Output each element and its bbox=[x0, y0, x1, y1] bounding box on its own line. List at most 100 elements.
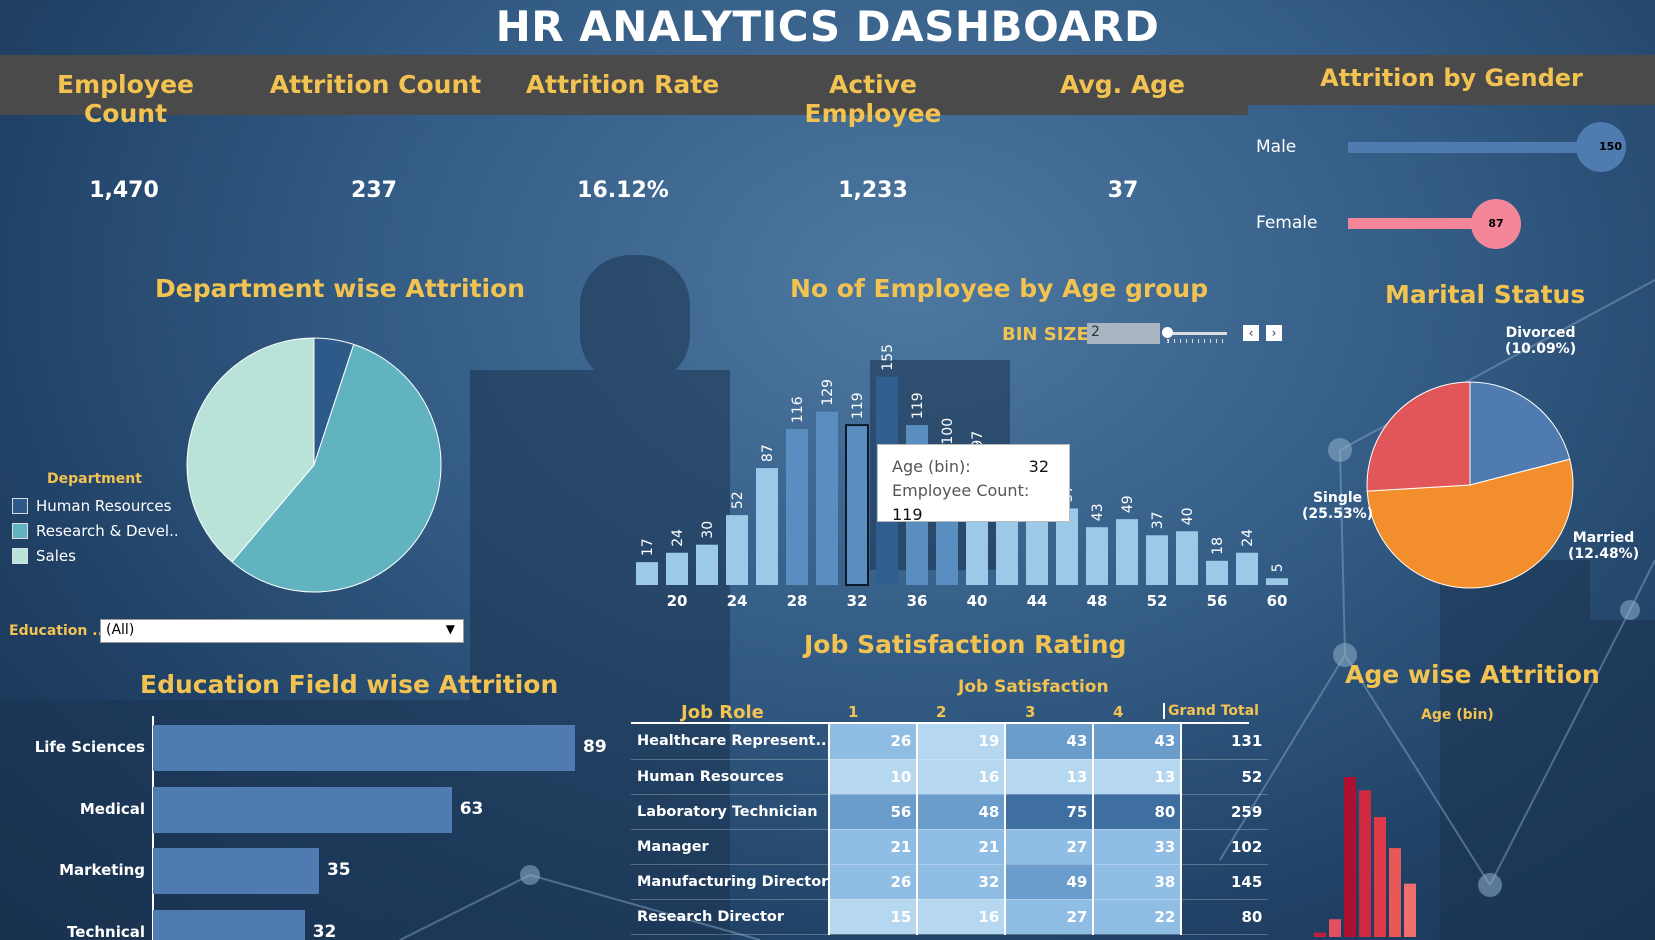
col-header-1: 1 bbox=[848, 703, 859, 721]
age-tick-label: 40 bbox=[967, 592, 988, 610]
age-tick-label: 52 bbox=[1147, 592, 1168, 610]
grand-total-cell: 131 bbox=[1180, 724, 1269, 760]
satisfaction-cell[interactable]: 33 bbox=[1092, 829, 1182, 865]
age-bar-label: 116 bbox=[790, 396, 806, 423]
satisfaction-cell[interactable]: 21 bbox=[828, 829, 918, 865]
satisfaction-cell[interactable]: 80 bbox=[1092, 794, 1182, 830]
age-attrition-bar[interactable] bbox=[1374, 817, 1386, 937]
marital-label-single: Single (25.53%) bbox=[1302, 490, 1373, 522]
satisfaction-cell[interactable]: 49 bbox=[1004, 864, 1094, 900]
age-tick-label: 28 bbox=[787, 592, 808, 610]
satisfaction-cell[interactable]: 22 bbox=[1092, 899, 1182, 935]
satisfaction-cell[interactable]: 56 bbox=[828, 794, 918, 830]
education-title: Education Field wise Attrition bbox=[140, 670, 559, 699]
satisfaction-cell[interactable]: 43 bbox=[1004, 724, 1094, 760]
age-attrition-title: Age wise Attrition bbox=[1345, 660, 1600, 689]
age-bar[interactable] bbox=[726, 515, 748, 585]
age-attrition-bar[interactable] bbox=[1404, 883, 1416, 937]
age-tick-label: 24 bbox=[727, 592, 748, 610]
age-attrition-bar[interactable] bbox=[1389, 848, 1401, 937]
age-bar[interactable] bbox=[1086, 527, 1108, 585]
age-bar[interactable] bbox=[845, 424, 869, 586]
satisfaction-cell[interactable]: 10 bbox=[828, 759, 918, 795]
education-bar[interactable] bbox=[153, 910, 305, 940]
education-filter-dropdown[interactable]: (All) ▼ bbox=[100, 619, 464, 643]
satisfaction-cell[interactable]: 27 bbox=[1004, 899, 1094, 935]
satisfaction-cell[interactable]: 19 bbox=[916, 724, 1006, 760]
chevron-down-icon: ▼ bbox=[445, 622, 455, 636]
age-bar-label: 119 bbox=[850, 392, 866, 419]
table-row: Laboratory Technician 56 48 75 80 259 bbox=[631, 794, 1269, 830]
age-bar[interactable] bbox=[666, 552, 688, 585]
department-title: Department wise Attrition bbox=[155, 274, 526, 303]
legend-sales[interactable]: Sales bbox=[12, 547, 76, 565]
grand-total-cell: 145 bbox=[1180, 864, 1269, 900]
education-bar[interactable] bbox=[153, 725, 575, 771]
age-bar[interactable] bbox=[696, 544, 718, 585]
age-group-title: No of Employee by Age group bbox=[790, 274, 1209, 303]
job-role-cell: Human Resources bbox=[631, 759, 830, 795]
age-bar[interactable] bbox=[1146, 535, 1168, 585]
education-bar[interactable] bbox=[153, 787, 452, 833]
tooltip-key-age: Age (bin): bbox=[892, 457, 971, 476]
age-tick-label: 60 bbox=[1267, 592, 1288, 610]
satisfaction-cell[interactable]: 26 bbox=[828, 724, 918, 760]
age-bar[interactable] bbox=[816, 411, 838, 585]
col-header-2: 2 bbox=[936, 703, 947, 721]
education-bar[interactable] bbox=[153, 848, 319, 894]
age-bar[interactable] bbox=[1176, 531, 1198, 585]
education-bar-label: Technical Degree bbox=[67, 923, 145, 940]
tooltip-value-age: 32 bbox=[1028, 457, 1050, 476]
department-pie[interactable] bbox=[180, 330, 460, 610]
satisfaction-cell[interactable]: 21 bbox=[916, 829, 1006, 865]
satisfaction-cell[interactable]: 16 bbox=[916, 759, 1006, 795]
age-attrition-axis-label: Age (bin) bbox=[1421, 707, 1494, 723]
tooltip-value-count: 119 bbox=[892, 505, 923, 524]
age-bar[interactable] bbox=[636, 562, 658, 585]
job-role-cell: Laboratory Technician bbox=[631, 794, 830, 830]
satisfaction-cell[interactable]: 43 bbox=[1092, 724, 1182, 760]
legend-research-development[interactable]: Research & Devel.. bbox=[12, 522, 179, 540]
age-attrition-bar[interactable] bbox=[1344, 777, 1356, 937]
satisfaction-cell[interactable]: 38 bbox=[1092, 864, 1182, 900]
age-bar[interactable] bbox=[1266, 578, 1288, 585]
satisfaction-cell[interactable]: 13 bbox=[1092, 759, 1182, 795]
education-bar-value: 63 bbox=[459, 799, 484, 819]
legend-human-resources[interactable]: Human Resources bbox=[12, 497, 171, 515]
marital-pie[interactable] bbox=[1360, 375, 1580, 595]
label-pct: (25.53%) bbox=[1302, 506, 1374, 522]
satisfaction-cell[interactable]: 27 bbox=[1004, 829, 1094, 865]
age-tick-label: 20 bbox=[667, 592, 688, 610]
age-bar[interactable] bbox=[786, 429, 808, 585]
satisfaction-cell[interactable]: 26 bbox=[828, 864, 918, 900]
age-bar-label: 119 bbox=[910, 392, 926, 419]
age-bar[interactable] bbox=[1236, 552, 1258, 585]
age-bar-label: 43 bbox=[1090, 503, 1106, 521]
age-bar[interactable] bbox=[756, 468, 778, 585]
table-row: Manager 21 21 27 33 102 bbox=[631, 829, 1269, 865]
single-slice[interactable] bbox=[1366, 381, 1471, 492]
age-bar[interactable] bbox=[1206, 560, 1228, 585]
satisfaction-cell[interactable]: 15 bbox=[828, 899, 918, 935]
age-tick-label: 44 bbox=[1027, 592, 1048, 610]
age-bar-label: 37 bbox=[1150, 511, 1166, 529]
age-attrition-bar[interactable] bbox=[1329, 919, 1341, 937]
satisfaction-cell[interactable]: 75 bbox=[1004, 794, 1094, 830]
job-role-header: Job Role bbox=[681, 702, 764, 723]
age-attrition-chart[interactable] bbox=[1300, 730, 1480, 940]
satisfaction-cell[interactable]: 32 bbox=[916, 864, 1006, 900]
grand-total-cell: 52 bbox=[1180, 759, 1269, 795]
kpi-label-attrition-count: Attrition Count bbox=[269, 70, 482, 99]
satisfaction-cell[interactable]: 13 bbox=[1004, 759, 1094, 795]
age-bar-label: 100 bbox=[940, 418, 956, 445]
age-attrition-bar[interactable] bbox=[1314, 932, 1326, 937]
age-attrition-bar[interactable] bbox=[1359, 790, 1371, 937]
kpi-label-active-employee: Active Employee bbox=[804, 70, 942, 128]
gender-label-female: Female bbox=[1256, 213, 1318, 233]
satisfaction-cell[interactable]: 48 bbox=[916, 794, 1006, 830]
satisfaction-cell[interactable]: 16 bbox=[916, 899, 1006, 935]
age-bar[interactable] bbox=[1116, 519, 1138, 585]
education-filter-label: Education ... bbox=[9, 623, 109, 639]
age-tick-label: 36 bbox=[907, 592, 928, 610]
age-tick-label: 32 bbox=[847, 592, 868, 610]
